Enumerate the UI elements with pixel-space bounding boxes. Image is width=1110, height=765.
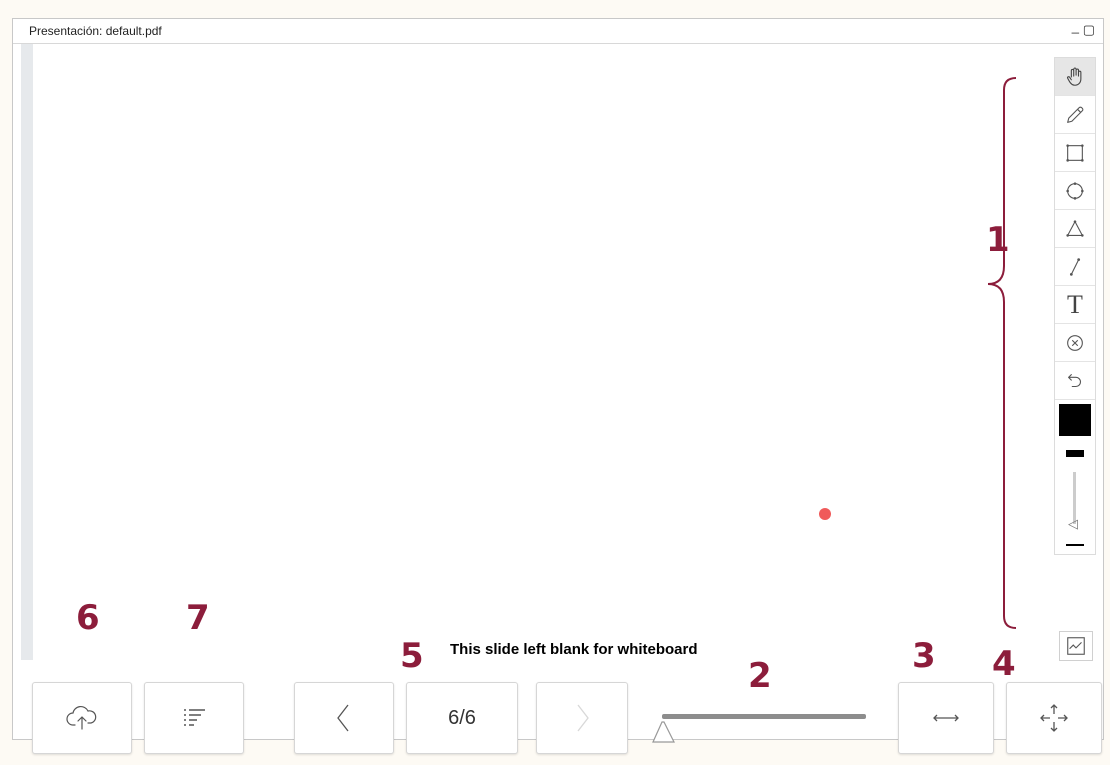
triangle-tool[interactable] — [1055, 210, 1095, 248]
undo-tool[interactable] — [1055, 362, 1095, 400]
annotation-number-4: 4 — [992, 644, 1016, 684]
rectangle-tool[interactable] — [1055, 134, 1095, 172]
fit-page-button[interactable] — [1006, 682, 1102, 754]
page-number-label: 6/6 — [448, 706, 476, 729]
upload-presentation-button[interactable] — [32, 682, 132, 754]
zoom-slider-thumb[interactable] — [650, 716, 678, 746]
line-icon — [1069, 257, 1081, 276]
pencil-tool[interactable] — [1055, 96, 1095, 134]
line-tool[interactable] — [1055, 248, 1095, 286]
annotation-bracket — [987, 77, 1017, 629]
hand-tool[interactable] — [1055, 58, 1095, 96]
drawing-toolbar: T ◁ — [1054, 57, 1096, 555]
hand-icon — [1067, 67, 1082, 86]
pencil-icon — [1067, 106, 1084, 123]
minimize-button[interactable]: _ — [1072, 19, 1079, 34]
thickness-slider[interactable]: ◁ — [1055, 466, 1095, 536]
annotation-number-3: 3 — [912, 636, 936, 676]
clear-tool[interactable] — [1055, 324, 1095, 362]
annotation-number-7: 7 — [186, 598, 210, 638]
annotation-number-5: 5 — [400, 636, 424, 676]
window-title: Presentación: default.pdf — [29, 24, 162, 38]
presentation-window: Presentación: default.pdf _ ▢ — [12, 18, 1104, 740]
annotation-number-6: 6 — [76, 598, 100, 638]
thickness-max-indicator — [1055, 440, 1095, 466]
slide-edge — [21, 44, 33, 660]
chart-icon — [1067, 637, 1085, 655]
text-icon: T — [1067, 289, 1083, 319]
zoom-slider-track[interactable] — [662, 714, 866, 719]
page-indicator[interactable]: 6/6 — [406, 682, 518, 754]
text-tool[interactable]: T — [1055, 286, 1095, 324]
current-color-swatch — [1059, 404, 1091, 436]
chevron-left-icon — [337, 704, 349, 732]
presenter-pointer — [819, 508, 831, 520]
ellipse-tool[interactable] — [1055, 172, 1095, 210]
slide-list-button[interactable] — [144, 682, 244, 754]
fit-width-icon — [933, 714, 959, 722]
move-arrows-icon — [1040, 704, 1068, 732]
color-picker[interactable] — [1055, 400, 1095, 440]
cloud-upload-icon — [66, 705, 97, 730]
clear-icon — [1067, 334, 1083, 351]
chevron-right-icon — [577, 704, 589, 732]
thickness-min-indicator — [1055, 536, 1095, 554]
maximize-button[interactable]: ▢ — [1083, 22, 1095, 38]
undo-icon — [1068, 373, 1081, 387]
previous-slide-button[interactable] — [294, 682, 394, 754]
list-icon — [184, 709, 205, 726]
whiteboard-canvas[interactable] — [33, 44, 1055, 660]
whiteboard-options-button[interactable] — [1059, 631, 1093, 661]
window-titlebar: Presentación: default.pdf _ ▢ — [13, 19, 1103, 44]
annotation-number-1: 1 — [986, 220, 1010, 260]
annotation-number-2: 2 — [748, 656, 772, 696]
thickness-slider-thumb[interactable]: ◁ — [1068, 516, 1078, 532]
rectangle-icon — [1066, 143, 1084, 162]
fit-width-button[interactable] — [898, 682, 994, 754]
triangle-icon — [1066, 219, 1084, 237]
ellipse-icon — [1066, 181, 1084, 200]
next-slide-button[interactable] — [536, 682, 628, 754]
slide-caption: This slide left blank for whiteboard — [450, 641, 698, 658]
